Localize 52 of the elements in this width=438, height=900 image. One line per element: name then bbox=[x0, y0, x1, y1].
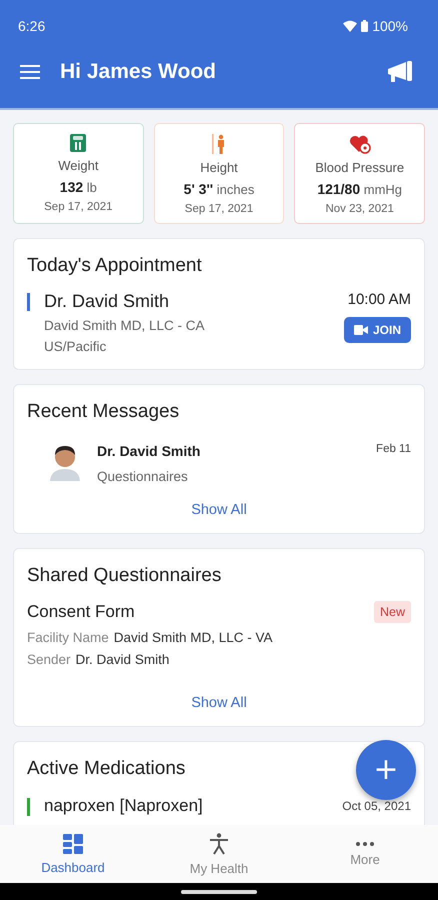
vital-label: Height bbox=[200, 160, 238, 175]
new-badge: New bbox=[374, 601, 411, 623]
vital-value: 132 lb bbox=[60, 179, 97, 195]
person-icon bbox=[209, 832, 229, 854]
vital-date: Sep 17, 2021 bbox=[184, 203, 254, 215]
height-icon bbox=[211, 134, 227, 154]
menu-icon[interactable] bbox=[20, 65, 40, 79]
card-title: Shared Questionnaires bbox=[27, 565, 222, 587]
nav-tab[interactable]: More bbox=[292, 825, 438, 883]
appointment-time: 10:00 AM bbox=[348, 291, 411, 308]
battery-level: 100% bbox=[372, 18, 408, 34]
message-date: Feb 11 bbox=[376, 443, 411, 457]
scale-icon bbox=[70, 134, 86, 152]
more-icon bbox=[356, 842, 374, 846]
form-name[interactable]: Consent Form bbox=[27, 602, 135, 622]
vital-date: Nov 23, 2021 bbox=[325, 203, 394, 215]
vital-card[interactable]: Blood Pressure 121/80 mmHg Nov 23, 2021 bbox=[294, 123, 426, 224]
heart-gauge-icon bbox=[348, 134, 371, 154]
card-title: Today's Appointment bbox=[27, 255, 202, 277]
medication-name[interactable]: naproxen [Naproxen] bbox=[44, 796, 328, 816]
field-value: David Smith MD, LLC - VA bbox=[114, 630, 273, 645]
join-button[interactable]: JOIN bbox=[344, 317, 411, 343]
message-sender[interactable]: Dr. David Smith bbox=[97, 443, 200, 459]
show-all-link[interactable]: Show All bbox=[191, 695, 247, 711]
vital-value: 121/80 mmHg bbox=[317, 181, 402, 197]
vital-card[interactable]: Height 5' 3'' inches Sep 17, 2021 bbox=[154, 123, 284, 224]
megaphone-icon[interactable] bbox=[386, 60, 414, 84]
vital-label: Weight bbox=[58, 158, 98, 173]
vital-label: Blood Pressure bbox=[315, 160, 404, 175]
field-value: Dr. David Smith bbox=[76, 652, 170, 667]
vital-value: 5' 3'' inches bbox=[184, 181, 254, 197]
timezone: US/Pacific bbox=[44, 339, 106, 354]
avatar-icon bbox=[47, 443, 83, 481]
medication-date: Oct 05, 2021 bbox=[342, 799, 411, 813]
facility-name: David Smith MD, LLC - CA bbox=[44, 318, 205, 333]
field-label: Facility Name bbox=[27, 630, 109, 645]
show-all-link[interactable]: Show All bbox=[191, 502, 247, 518]
nav-tab[interactable]: Dashboard bbox=[0, 825, 146, 883]
message-subject: Questionnaires bbox=[97, 469, 188, 484]
wifi-icon bbox=[343, 20, 358, 32]
video-camera-icon bbox=[354, 325, 368, 335]
field-label: Sender bbox=[27, 652, 71, 667]
battery-icon bbox=[361, 20, 368, 32]
status-time: 6:26 bbox=[18, 18, 46, 34]
vital-card[interactable]: Weight 132 lb Sep 17, 2021 bbox=[13, 123, 144, 224]
card-title: Recent Messages bbox=[27, 401, 180, 423]
card-title: Active Medications bbox=[27, 758, 186, 780]
greeting-title: Hi James Wood bbox=[60, 60, 217, 84]
vital-date: Sep 17, 2021 bbox=[44, 201, 113, 213]
nav-tab[interactable]: My Health bbox=[146, 825, 292, 883]
doctor-name: Dr. David Smith bbox=[44, 291, 170, 312]
dashboard-icon bbox=[63, 834, 83, 854]
